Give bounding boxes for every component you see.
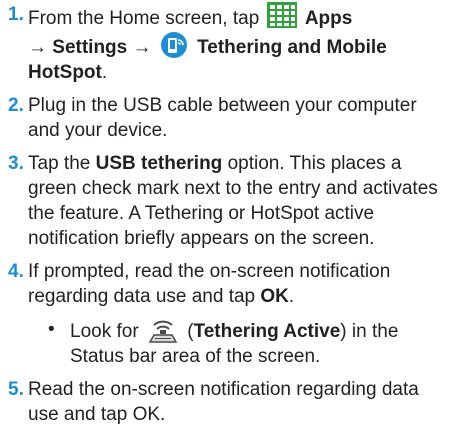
- bullet-marker: •: [48, 319, 55, 340]
- step-4: 4. If prompted, read the on-screen notif…: [4, 259, 453, 369]
- step-text-continued: option. This places a green check mark n…: [28, 153, 438, 249]
- bullet-text: Look for: [70, 321, 139, 342]
- step-text: Plug in the USB cable between your compu…: [28, 95, 417, 141]
- step-number: 4.: [8, 261, 24, 282]
- step-text: From the Home screen, tap: [28, 8, 260, 29]
- period: .: [288, 286, 295, 307]
- step-2: 2. Plug in the USB cable between your co…: [4, 93, 453, 143]
- period: .: [101, 62, 108, 83]
- apps-grid-icon: [266, 2, 297, 28]
- tethering-active-label: Tethering Active: [193, 321, 341, 342]
- step-text: Tap the: [28, 153, 91, 174]
- instructions-page: 1. From the Home screen, tap Apps → Sett…: [0, 0, 459, 436]
- settings-label: Settings →: [52, 37, 152, 58]
- step-number: 1.: [8, 4, 24, 25]
- apps-label: Apps: [304, 8, 353, 29]
- ok-label: OK: [260, 286, 289, 307]
- step-number: 5.: [8, 379, 24, 400]
- step-3: 3. Tap the USB tethering option. This pl…: [4, 151, 453, 251]
- sub-bullet: • Look for (Tethering Active) in the Sta…: [28, 317, 453, 369]
- step-5: 5. Read the on-screen notification regar…: [4, 377, 453, 427]
- steps-list: 1. From the Home screen, tap Apps → Sett…: [4, 2, 453, 427]
- step-text: Read the on-screen notification regardin…: [28, 379, 419, 425]
- step-number: 3.: [8, 153, 24, 174]
- step-1: 1. From the Home screen, tap Apps → Sett…: [4, 2, 453, 85]
- usb-tethering-label: USB tethering: [95, 153, 223, 174]
- tethering-icon: [160, 32, 187, 58]
- step-number: 2.: [8, 95, 24, 116]
- tethering-active-icon: [148, 320, 178, 343]
- step-text: If prompted, read the on-screen notifica…: [28, 261, 391, 307]
- arrow-text: →: [28, 37, 47, 58]
